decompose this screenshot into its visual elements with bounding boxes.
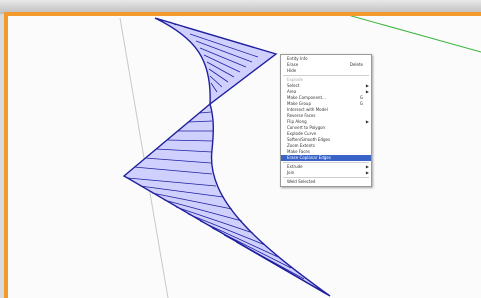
menu-item-label: Hide <box>287 68 297 73</box>
menu-item-label: Make Group <box>287 101 311 106</box>
menu-separator <box>283 177 369 178</box>
menu-item-label: Flip Along <box>287 119 307 124</box>
menu-item-label: Convert to Polygon <box>287 125 326 130</box>
model-scene[interactable] <box>4 12 481 298</box>
menu-separator <box>283 162 369 163</box>
model-viewport[interactable] <box>4 12 481 298</box>
menu-item-label: Weld Selected <box>287 179 316 184</box>
menu-item-label: Select <box>287 83 300 88</box>
menu-item-label: Extrude <box>287 164 303 169</box>
context-menu: Entity Info Erase Delete Hide Explode Select ▶… <box>280 54 372 187</box>
menu-item-label: Explode <box>287 77 303 82</box>
menu-item-label: Reverse Faces <box>287 113 316 118</box>
menu-item-label: Soften/Smooth Edges <box>287 137 331 142</box>
menu-separator <box>283 75 369 76</box>
menu-item-label: Area <box>287 89 297 94</box>
menu-item[interactable]: Join ▶ <box>281 170 371 176</box>
green-axis-line <box>349 16 481 53</box>
menu-item-label: Make Component... <box>287 95 326 100</box>
submenu-arrow-icon: ▶ <box>365 170 369 175</box>
menu-item-label: Join <box>287 170 295 175</box>
menu-item-label: Erase <box>287 62 299 67</box>
menu-item[interactable]: Weld Selected <box>281 179 371 185</box>
menu-item-label: Intersect with Model <box>287 107 328 112</box>
upper-surface[interactable] <box>154 17 278 106</box>
menu-item-label: Entity Info <box>287 56 308 61</box>
menu-item-label: Explode Curve <box>287 131 317 136</box>
menu-item[interactable]: Erase Coplanar Edges <box>281 155 371 161</box>
menu-item[interactable]: Hide <box>281 68 371 74</box>
menu-item-label: Erase Coplanar Edges <box>287 155 331 160</box>
menu-item-label: Make Faces <box>287 149 310 154</box>
menu-item-label: Zoom Extents <box>287 143 315 148</box>
